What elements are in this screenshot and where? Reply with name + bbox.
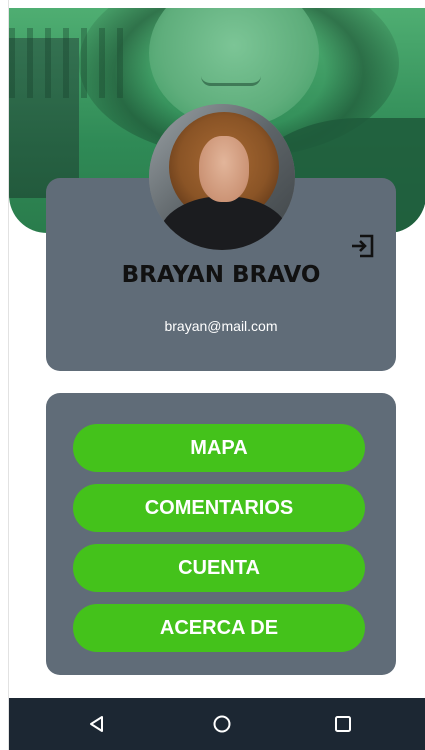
recents-square-icon[interactable] [331,712,355,736]
map-button[interactable]: MAPA [73,424,365,472]
comments-button[interactable]: COMENTARIOS [73,484,365,532]
account-button[interactable]: CUENTA [73,544,365,592]
system-navigation-bar [9,698,425,750]
about-button[interactable]: ACERCA DE [73,604,365,652]
profile-email: brayan@mail.com [164,318,278,334]
profile-screen: BRAYAN BRAVO brayan@mail.com MAPA COMENT… [8,0,425,750]
back-triangle-icon[interactable] [85,712,109,736]
home-circle-icon[interactable] [210,712,234,736]
profile-name: BRAYAN BRAVO [121,262,321,288]
logout-icon[interactable] [349,232,377,260]
avatar[interactable] [149,104,295,250]
